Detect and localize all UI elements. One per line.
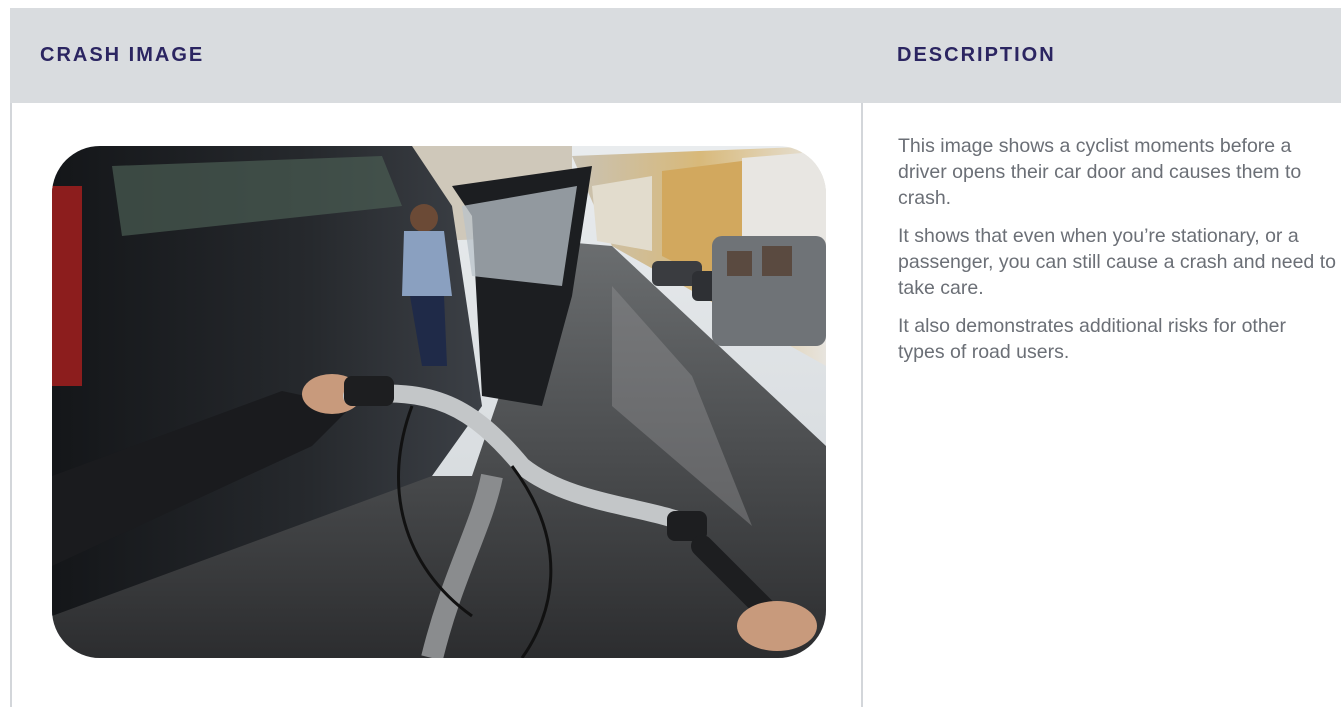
description-paragraph: It also demonstrates additional risks fo…	[898, 315, 1287, 363]
crash-image-illustration	[52, 146, 826, 658]
header-crash-image: CRASH IMAGE	[40, 44, 205, 66]
description-paragraph: It shows that even when you’re stationar…	[898, 225, 1336, 299]
table-row: This image shows a cyclist moments befor…	[10, 103, 1341, 707]
description-paragraph: This image shows a cyclist moments befor…	[898, 135, 1302, 209]
table-header-row: CRASH IMAGE DESCRIPTION	[10, 8, 1341, 103]
column-divider-left	[10, 103, 12, 707]
header-description: DESCRIPTION	[897, 44, 1056, 66]
crash-image	[52, 146, 826, 658]
description-text: This image shows a cyclist moments befor…	[898, 133, 1338, 377]
crash-info-table: CRASH IMAGE DESCRIPTION This image shows…	[0, 0, 1341, 707]
column-divider-middle	[861, 103, 863, 707]
